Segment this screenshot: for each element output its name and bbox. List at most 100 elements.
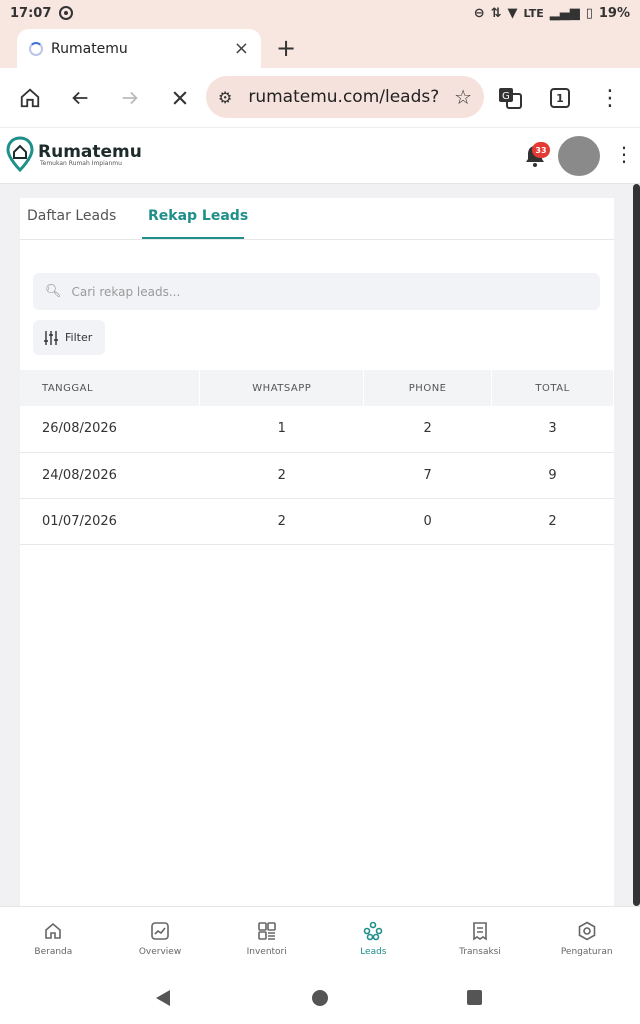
system-navigation-bar xyxy=(0,970,640,1024)
cell-phone: 7 xyxy=(363,452,492,499)
cell-tanggal: 24/08/2026 xyxy=(20,452,200,499)
loading-spinner-icon xyxy=(29,41,43,56)
search-icon: 🔍︎ xyxy=(45,284,62,299)
home-icon xyxy=(45,922,62,939)
browser-tab[interactable]: Rumatemu × xyxy=(17,29,261,68)
home-icon xyxy=(20,88,40,108)
browser-tab-strip: Rumatemu × + xyxy=(0,26,640,68)
cell-total: 3 xyxy=(491,406,614,453)
search-input[interactable] xyxy=(71,284,588,299)
nav-label: Beranda xyxy=(34,947,73,957)
dnd-icon: ⊖ xyxy=(473,5,485,21)
tab-count: 1 xyxy=(550,88,570,108)
settings-icon xyxy=(578,921,595,941)
more-vertical-icon: ⋮ xyxy=(599,85,621,111)
main-content: Daftar Leads Rekap Leads 🔍︎ Filter TANGG… xyxy=(0,184,640,906)
close-icon xyxy=(173,91,187,105)
signal-icon: ▂▄▆ xyxy=(549,5,580,21)
nav-item-pengaturan[interactable]: Pengaturan xyxy=(533,907,640,970)
brand-tagline: Temukan Rumah Impianmu xyxy=(40,160,122,167)
cell-total: 9 xyxy=(491,452,614,499)
column-header-total[interactable]: TOTAL xyxy=(491,370,614,406)
grid-icon xyxy=(257,922,276,940)
cell-total: 2 xyxy=(491,498,614,545)
leads-tabs: Daftar Leads Rekap Leads xyxy=(20,198,614,240)
nav-item-beranda[interactable]: Beranda xyxy=(0,907,107,970)
app-header: Rumatemu Temukan Rumah Impianmu 33 ⋮ xyxy=(0,128,640,184)
battery-level: 19% xyxy=(598,5,630,21)
system-home-icon[interactable] xyxy=(312,990,328,1006)
browser-tab-title: Rumatemu xyxy=(51,40,128,57)
whatsapp-icon xyxy=(59,6,74,20)
cell-whatsapp: 1 xyxy=(199,406,364,453)
data-arrows-icon: ⇅ xyxy=(490,5,502,21)
notification-badge: 33 xyxy=(532,142,550,158)
cell-tanggal: 01/07/2026 xyxy=(20,498,200,545)
translate-button[interactable]: G xyxy=(486,74,534,122)
network-label: LTE xyxy=(523,6,544,20)
leads-card: Daftar Leads Rekap Leads 🔍︎ Filter TANGG… xyxy=(20,198,614,906)
rumatemu-logo-icon[interactable] xyxy=(6,136,34,172)
home-button[interactable] xyxy=(6,74,54,122)
system-back-icon[interactable] xyxy=(156,990,170,1006)
cell-tanggal: 26/08/2026 xyxy=(20,406,200,453)
browser-menu-button[interactable]: ⋮ xyxy=(586,74,634,122)
svg-text:G: G xyxy=(502,91,510,102)
system-recents-icon[interactable] xyxy=(467,990,482,1005)
table-row[interactable]: 26/08/2026 1 2 3 xyxy=(20,406,614,453)
user-avatar[interactable] xyxy=(558,136,600,176)
nav-label: Inventori xyxy=(246,947,287,957)
nav-label: Transaksi xyxy=(459,947,501,957)
filter-label: Filter xyxy=(65,331,93,344)
forward-button[interactable] xyxy=(106,74,154,122)
table-row[interactable]: 01/07/2026 2 0 2 xyxy=(20,498,614,545)
page-scrollbar[interactable] xyxy=(633,184,640,906)
active-tab-indicator xyxy=(142,237,244,239)
column-header-whatsapp[interactable]: WHATSAPP xyxy=(199,370,365,406)
column-header-tanggal[interactable]: TANGGAL xyxy=(20,370,201,406)
new-tab-button[interactable]: + xyxy=(274,34,298,62)
back-button[interactable] xyxy=(56,74,104,122)
battery-icon: ▯ xyxy=(585,5,593,21)
url-text[interactable]: rumatemu.com/leads? xyxy=(248,87,454,107)
table-header-row: TANGGAL WHATSAPP PHONE TOTAL xyxy=(20,370,614,406)
cell-whatsapp: 2 xyxy=(199,452,364,499)
column-header-phone[interactable]: PHONE xyxy=(363,370,493,406)
site-settings-icon[interactable]: ⚙ xyxy=(218,88,232,107)
users-icon xyxy=(364,921,383,941)
status-bar: 17:07 ⊖ ⇅ ▼ LTE ▂▄▆ ▯ 19% xyxy=(0,0,640,26)
forward-arrow-icon xyxy=(122,91,138,105)
stop-loading-button[interactable] xyxy=(156,74,204,122)
status-time: 17:07 xyxy=(10,5,52,21)
nav-label: Leads xyxy=(360,947,387,957)
brand-name[interactable]: Rumatemu xyxy=(38,142,142,162)
nav-label: Pengaturan xyxy=(560,947,613,957)
tab-daftar-leads[interactable]: Daftar Leads xyxy=(27,208,116,224)
cell-phone: 0 xyxy=(363,498,492,545)
translate-icon: G xyxy=(499,88,522,109)
rekap-leads-table: TANGGAL WHATSAPP PHONE TOTAL 26/08/2026 … xyxy=(20,370,614,545)
tab-switcher-button[interactable]: 1 xyxy=(536,74,584,122)
bookmark-star-icon[interactable]: ☆ xyxy=(454,85,472,109)
nav-item-transaksi[interactable]: Transaksi xyxy=(427,907,534,970)
search-box[interactable]: 🔍︎ xyxy=(33,273,600,310)
cell-whatsapp: 2 xyxy=(199,498,364,545)
status-right: ⊖ ⇅ ▼ LTE ▂▄▆ ▯ 19% xyxy=(474,6,630,21)
filter-button[interactable]: Filter xyxy=(33,320,105,355)
nav-item-overview[interactable]: Overview xyxy=(107,907,214,970)
back-arrow-icon xyxy=(72,91,88,105)
filter-sliders-icon xyxy=(44,330,58,345)
close-tab-icon[interactable]: × xyxy=(234,38,249,59)
chart-icon xyxy=(151,922,169,940)
app-menu-icon[interactable]: ⋮ xyxy=(614,142,634,166)
address-bar[interactable]: ⚙ rumatemu.com/leads? ☆ xyxy=(206,76,484,118)
nav-item-leads[interactable]: Leads xyxy=(320,907,427,970)
nav-item-inventori[interactable]: Inventori xyxy=(213,907,320,970)
bottom-navigation: Beranda Overview Inventori Leads Transak… xyxy=(0,906,640,970)
table-row[interactable]: 24/08/2026 2 7 9 xyxy=(20,452,614,499)
cell-phone: 2 xyxy=(363,406,492,453)
nav-label: Overview xyxy=(138,947,182,957)
tab-rekap-leads[interactable]: Rekap Leads xyxy=(148,208,248,224)
receipt-icon xyxy=(473,922,487,941)
wifi-icon: ▼ xyxy=(507,5,518,21)
